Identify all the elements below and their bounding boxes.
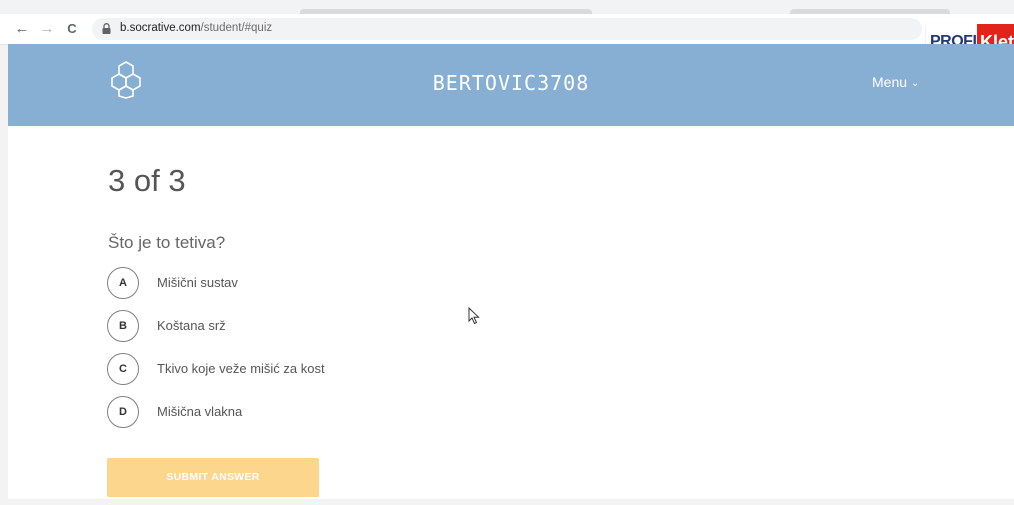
url-text: b.socrative.com/student/#quiz: [120, 22, 272, 34]
forward-icon[interactable]: →: [38, 14, 56, 44]
app-header: BERTOVIC3708 Menu ⌄: [8, 44, 1014, 126]
chevron-down-icon: ⌄: [911, 78, 920, 89]
menu-button[interactable]: Menu ⌄: [872, 74, 919, 90]
room-name: BERTOVIC3708: [432, 71, 590, 95]
quiz-app: BERTOVIC3708 Menu ⌄ 3 of 3 Što je to teti…: [8, 44, 1014, 499]
option-text[interactable]: Koštana srž: [157, 318, 226, 333]
url-path: /student/#quiz: [200, 22, 273, 34]
option-letter-badge[interactable]: B: [107, 310, 139, 342]
question-progress: 3 of 3: [108, 163, 186, 198]
url-host: b.socrative.com: [120, 22, 201, 34]
mouse-cursor-icon: [468, 307, 480, 325]
option-letter-badge[interactable]: C: [107, 353, 139, 385]
menu-label: Menu: [872, 74, 908, 90]
browser-tab-strip: [0, 0, 1014, 14]
back-icon[interactable]: ←: [13, 14, 31, 44]
submit-answer-button[interactable]: SUBMIT ANSWER: [107, 458, 319, 497]
address-bar[interactable]: b.socrative.com/student/#quiz: [92, 18, 922, 40]
question-text: Što je to tetiva?: [108, 233, 226, 252]
lock-icon: [102, 23, 111, 34]
option-letter-badge[interactable]: D: [107, 396, 139, 428]
reload-icon[interactable]: C: [63, 14, 81, 44]
browser-toolbar: ← → C b.socrative.com/student/#quiz: [0, 14, 1014, 45]
option-text[interactable]: Mišična vlakna: [157, 404, 242, 419]
option-text[interactable]: Tkivo koje veže mišić za kost: [157, 361, 325, 376]
option-text[interactable]: Mišični sustav: [157, 275, 238, 290]
option-letter-badge[interactable]: A: [107, 267, 139, 299]
